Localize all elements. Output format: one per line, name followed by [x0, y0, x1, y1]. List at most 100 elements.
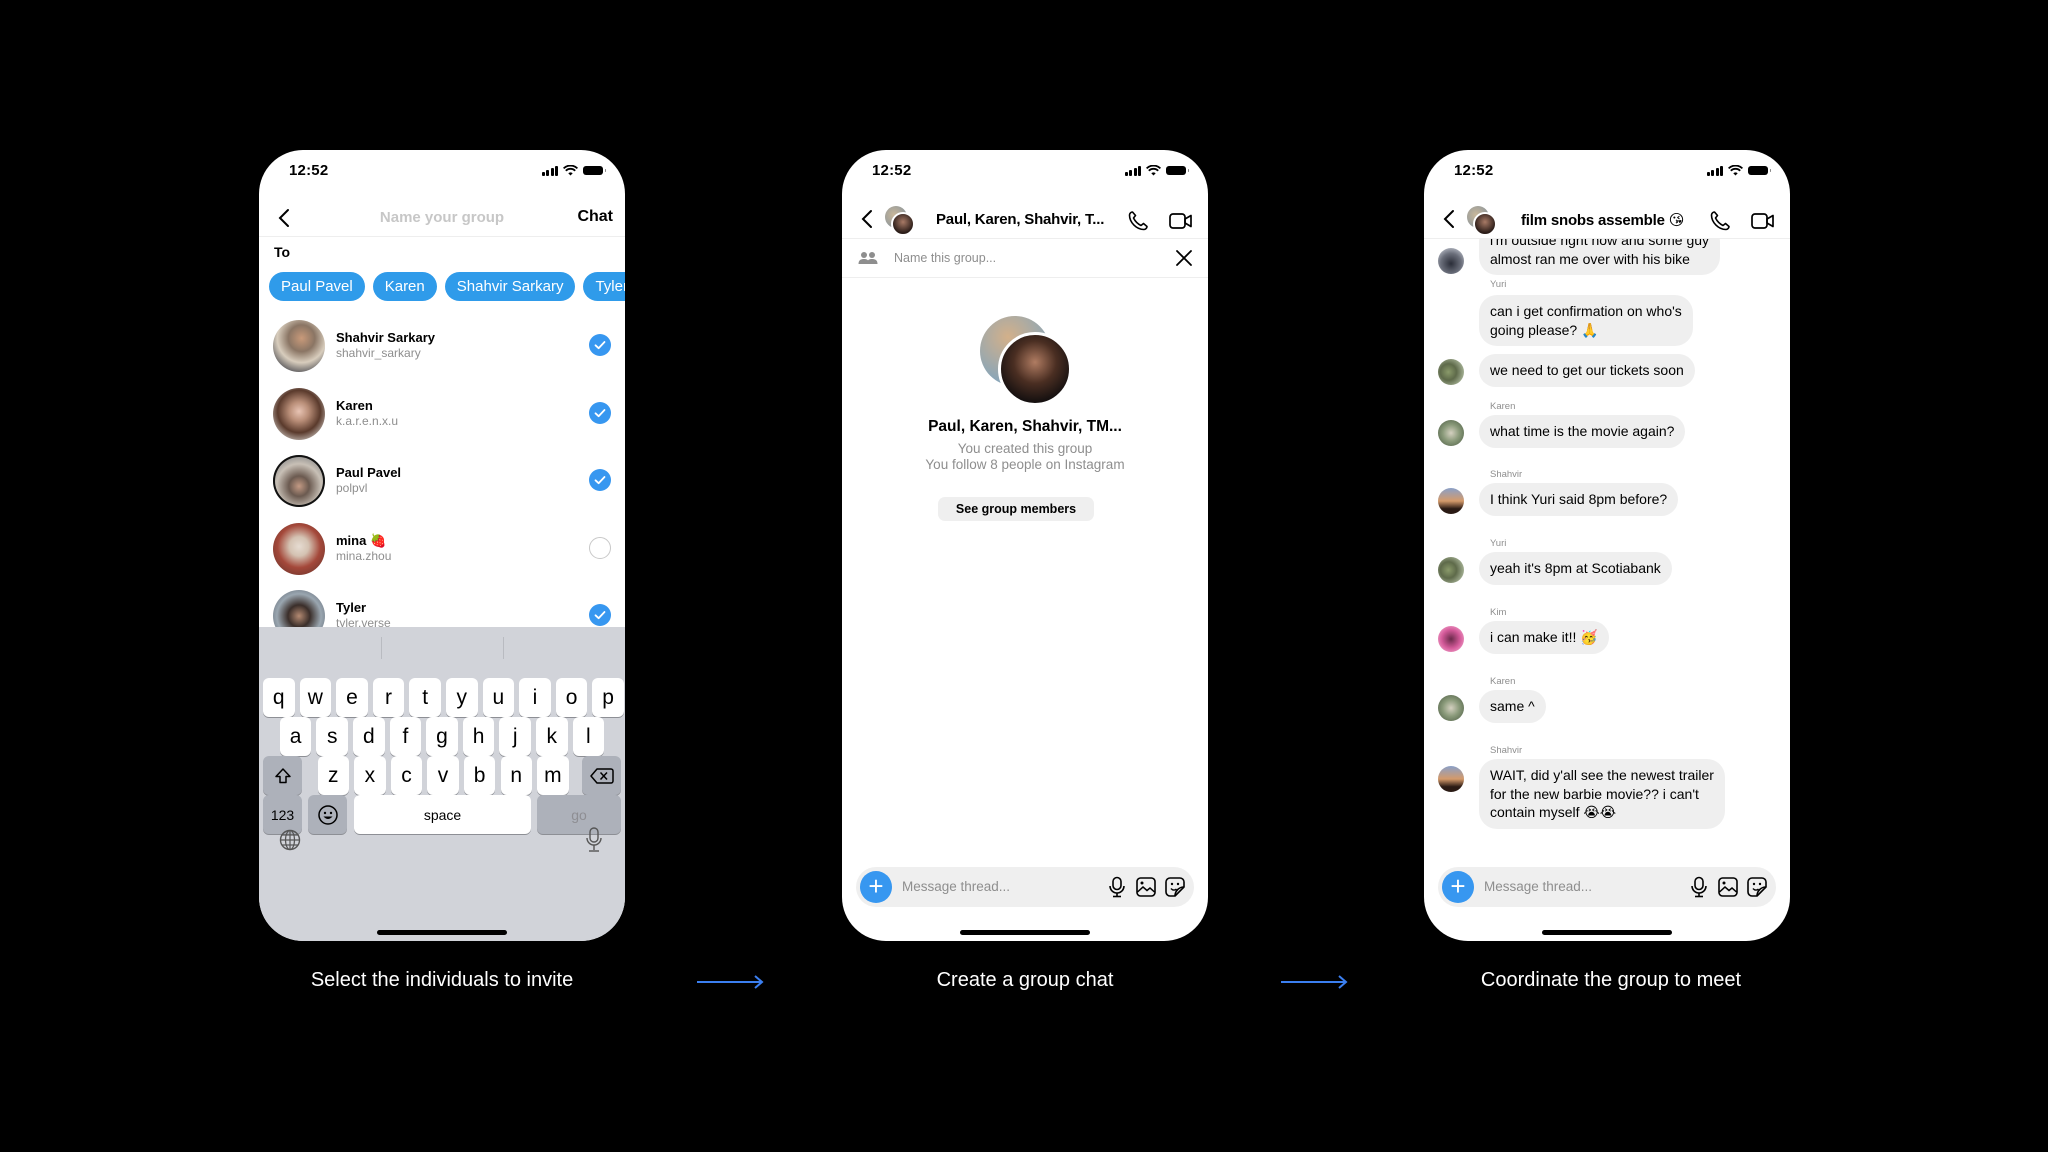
- contact-name: Paul Pavel: [336, 465, 402, 480]
- step-caption-2: Create a group chat: [936, 969, 1114, 991]
- chat-title[interactable]: film snobs assemble 😘: [1521, 211, 1684, 229]
- sticker-icon[interactable]: [1164, 876, 1186, 898]
- recipient-chip[interactable]: Karen: [372, 272, 437, 301]
- image-icon[interactable]: [1135, 876, 1157, 898]
- message-bubble[interactable]: I think Yuri said 8pm before?: [1479, 483, 1679, 516]
- group-avatar[interactable]: [1467, 206, 1497, 236]
- message-bubble[interactable]: we need to get our tickets soon: [1479, 354, 1695, 387]
- contact-row[interactable]: mina 🍓 mina.zhou: [259, 517, 625, 585]
- checkmark-icon: [594, 341, 606, 350]
- video-call-icon[interactable]: [1750, 209, 1776, 233]
- plus-icon[interactable]: +: [1442, 871, 1474, 903]
- message-bubble[interactable]: yeah it's 8pm at Scotiabank: [1479, 552, 1672, 585]
- chevron-left-icon[interactable]: [1438, 207, 1462, 231]
- key-o[interactable]: o: [555, 678, 588, 717]
- key-s[interactable]: s: [316, 717, 348, 756]
- message-bubble[interactable]: can i get confirmation on who's going pl…: [1479, 295, 1693, 346]
- key-v[interactable]: v: [427, 756, 459, 795]
- message-input[interactable]: Message thread...: [1484, 879, 1592, 894]
- group-avatar[interactable]: [885, 206, 915, 236]
- key-l[interactable]: l: [572, 717, 605, 756]
- key-j[interactable]: j: [499, 717, 531, 756]
- checkbox-checked[interactable]: [589, 334, 611, 356]
- chat-title[interactable]: Paul, Karen, Shahvir, T...: [936, 211, 1104, 228]
- message-bubble[interactable]: i'm outside right now and some guy almos…: [1479, 239, 1721, 275]
- checkbox-unchecked[interactable]: [589, 536, 611, 559]
- key-f[interactable]: f: [389, 717, 422, 756]
- see-group-members-button[interactable]: See group members: [938, 497, 1094, 521]
- contact-row[interactable]: Karen k.a.r.e.n.x.u: [259, 382, 625, 450]
- key-i[interactable]: i: [519, 678, 551, 717]
- close-icon[interactable]: [1174, 248, 1194, 268]
- checkbox-checked[interactable]: [589, 469, 611, 491]
- wifi-icon: [1728, 165, 1743, 176]
- microphone-icon[interactable]: [585, 827, 603, 853]
- key-n[interactable]: n: [500, 756, 532, 795]
- key-b[interactable]: b: [463, 756, 496, 795]
- plus-icon[interactable]: +: [860, 871, 892, 903]
- message-input[interactable]: Message thread...: [902, 879, 1010, 894]
- recipient-chip[interactable]: Paul Pavel: [269, 272, 365, 301]
- recipient-chip[interactable]: Shahvir Sarkary: [444, 272, 576, 301]
- key-x[interactable]: x: [354, 756, 386, 795]
- key-u[interactable]: u: [482, 678, 515, 717]
- message-text: same ^: [1490, 698, 1535, 714]
- key-y[interactable]: y: [446, 678, 478, 717]
- signal-icon: [1124, 165, 1141, 176]
- shift-icon: [274, 767, 291, 783]
- key-k[interactable]: k: [536, 717, 568, 756]
- key-m[interactable]: m: [537, 756, 569, 795]
- key-a[interactable]: a: [279, 717, 312, 756]
- phone-call-icon[interactable]: [1126, 209, 1150, 233]
- avatar: [1438, 626, 1464, 652]
- group-name-input[interactable]: Name your group: [259, 209, 625, 226]
- contact-username: shahvir_sarkary: [336, 346, 421, 360]
- key-q[interactable]: q: [263, 678, 295, 717]
- key-h[interactable]: h: [462, 717, 495, 756]
- message-bubble[interactable]: WAIT, did y'all see the newest trailer f…: [1479, 759, 1725, 829]
- message-bubble[interactable]: i can make it!! 🥳: [1479, 621, 1609, 654]
- key-e[interactable]: e: [336, 678, 368, 717]
- checkbox-checked[interactable]: [589, 401, 611, 424]
- globe-icon[interactable]: [279, 829, 301, 851]
- key-w[interactable]: w: [299, 678, 332, 717]
- status-time: 12:52: [872, 162, 912, 179]
- video-call-icon[interactable]: [1168, 209, 1194, 233]
- microphone-icon[interactable]: [1688, 876, 1710, 898]
- contact-row[interactable]: Shahvir Sarkary shahvir_sarkary: [259, 314, 625, 382]
- sender-name: Kim: [1490, 607, 1507, 618]
- message-text: can i get confirmation on who's going pl…: [1490, 303, 1682, 338]
- image-icon[interactable]: [1717, 876, 1739, 898]
- key-r[interactable]: r: [372, 678, 405, 717]
- contact-name: mina 🍓: [336, 532, 387, 548]
- avatar: [1438, 695, 1464, 721]
- key-c[interactable]: c: [390, 756, 423, 795]
- delete-key[interactable]: [582, 756, 621, 795]
- key-z[interactable]: z: [317, 756, 349, 795]
- message-bubble[interactable]: what time is the movie again?: [1479, 415, 1686, 448]
- contact-row[interactable]: Paul Pavel polpvl: [259, 449, 625, 517]
- emoji-key[interactable]: [308, 795, 347, 834]
- go-key[interactable]: go: [537, 795, 621, 834]
- shift-key[interactable]: [263, 756, 302, 795]
- key-t[interactable]: t: [409, 678, 441, 717]
- to-label: To: [274, 244, 291, 260]
- chevron-left-icon[interactable]: [856, 207, 880, 231]
- group-avatar-large: [980, 316, 1072, 408]
- recipient-chip[interactable]: Tyler: [583, 272, 625, 301]
- microphone-icon[interactable]: [1106, 876, 1128, 898]
- message-thread[interactable]: i'm outside right now and some guy almos…: [1424, 239, 1790, 871]
- chat-button[interactable]: Chat: [577, 208, 613, 226]
- message-bubble[interactable]: same ^: [1479, 690, 1546, 723]
- space-key[interactable]: space: [354, 795, 531, 834]
- phone-call-icon[interactable]: [1708, 209, 1732, 233]
- key-d[interactable]: d: [353, 717, 385, 756]
- name-group-input[interactable]: Name this group...: [894, 251, 996, 265]
- sticker-icon[interactable]: [1746, 876, 1768, 898]
- contact-name: Tyler: [336, 600, 367, 615]
- key-g[interactable]: g: [426, 717, 458, 756]
- sender-name: Yuri: [1490, 279, 1507, 290]
- key-p[interactable]: p: [592, 678, 624, 717]
- contact-name: Shahvir Sarkary: [336, 330, 436, 345]
- checkbox-checked[interactable]: [589, 604, 611, 626]
